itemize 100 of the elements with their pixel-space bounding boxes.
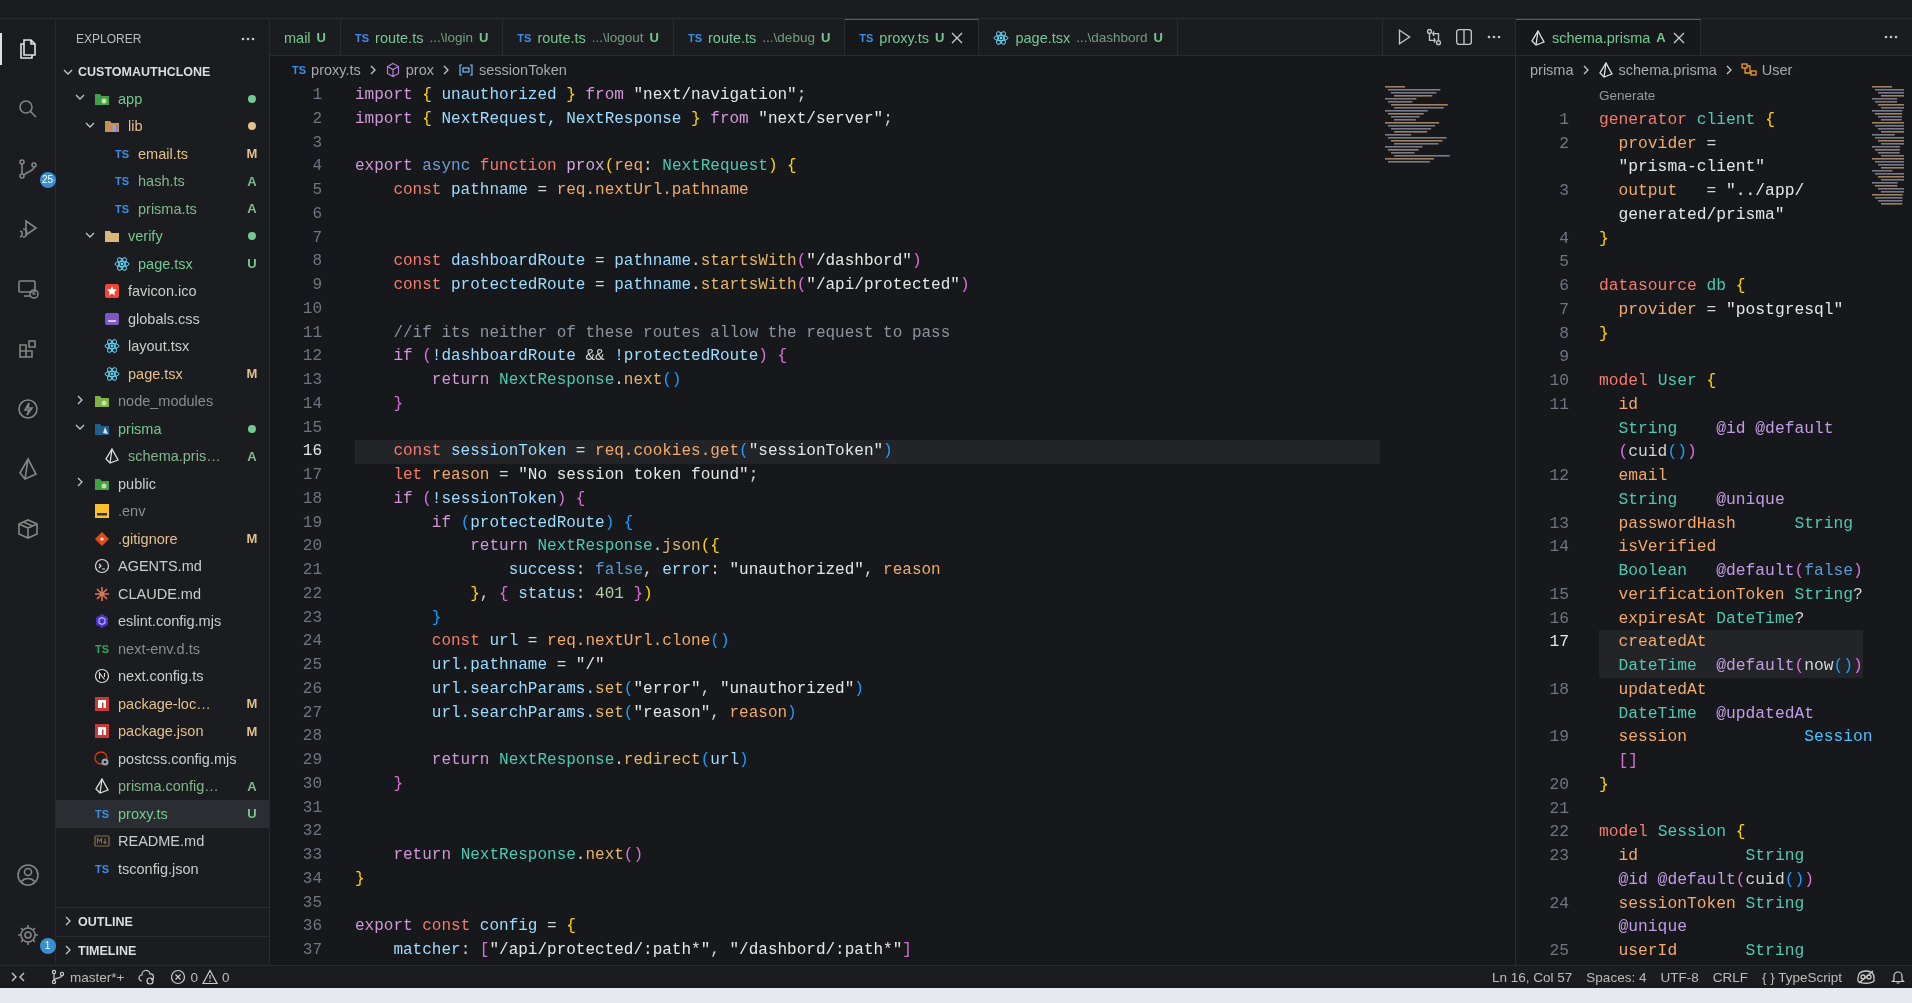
- status-item[interactable]: Ln 16, Col 57: [1492, 969, 1573, 985]
- close-icon[interactable]: [950, 30, 965, 45]
- tree-item[interactable]: package.json M: [56, 717, 269, 745]
- tree-item[interactable]: CLAUDE.md: [56, 580, 269, 608]
- git-status: A: [246, 448, 258, 464]
- status-item[interactable]: UTF-8: [1660, 969, 1699, 985]
- tree-item[interactable]: TS email.ts M: [56, 140, 269, 168]
- tree-item[interactable]: schema.pris… A: [56, 442, 269, 470]
- editor-tab[interactable]: TS proxy.ts U: [845, 19, 980, 55]
- tree-item[interactable]: TS prisma.ts A: [56, 195, 269, 223]
- line-number: 19: [301, 512, 322, 534]
- tree-item[interactable]: page.tsx M: [56, 360, 269, 388]
- triangle-icon: [94, 778, 110, 795]
- git-status: M: [245, 146, 259, 162]
- code-line: import { unauthorized } from "next/navigation";: [355, 86, 807, 104]
- tree-item[interactable]: AGENTS.md: [56, 552, 269, 580]
- git-status: M: [245, 696, 259, 712]
- code-line: @id @default(cuid()): [1617, 869, 1814, 889]
- code-line: let reason = "No session token found";: [392, 466, 759, 484]
- file-name: layout.tsx: [128, 338, 190, 355]
- tree-item[interactable]: README.md: [56, 827, 269, 855]
- account-icon[interactable]: [15, 863, 40, 887]
- folder-title[interactable]: CUSTOMAUTHCLONE: [78, 65, 211, 79]
- tree-item[interactable]: globals.css: [56, 305, 269, 333]
- remote-explorer-icon[interactable]: [15, 277, 40, 301]
- box-icon[interactable]: [15, 517, 40, 541]
- tree-item[interactable]: eslint.config.mjs: [56, 607, 269, 635]
- triangle-icon: [1530, 29, 1546, 46]
- tree-item[interactable]: node_modules: [56, 387, 269, 415]
- tree-item[interactable]: app: [56, 85, 269, 113]
- breadcrumb[interactable]: schema.prisma: [1618, 62, 1717, 78]
- editor-tab[interactable]: schema.prisma A: [1516, 19, 1701, 55]
- line-number: 7: [311, 227, 322, 249]
- file-name: hash.ts: [138, 173, 185, 190]
- tree-item[interactable]: lib: [56, 112, 269, 140]
- code-line: datasource db {: [1599, 276, 1746, 295]
- code-line: userId String: [1617, 941, 1805, 960]
- status-item[interactable]: CRLF: [1712, 969, 1748, 985]
- tree-item[interactable]: public: [56, 470, 269, 498]
- cloud-sync-icon[interactable]: [138, 969, 157, 985]
- file-name: README.md: [118, 833, 205, 850]
- error-icon: [170, 969, 187, 985]
- warning-count[interactable]: 0: [221, 969, 230, 985]
- breadcrumb[interactable]: prox: [405, 62, 434, 78]
- tab-path: ...\login: [429, 30, 473, 45]
- language-mode[interactable]: { } TypeScript: [1761, 969, 1842, 985]
- tree-item[interactable]: next.config.ts: [56, 662, 269, 690]
- line-number: 12: [1549, 466, 1569, 485]
- code-line: createdAt: [1617, 632, 1707, 652]
- breadcrumb[interactable]: User: [1761, 62, 1793, 78]
- line-number: 23: [1549, 846, 1569, 865]
- tab-title: mail: [284, 29, 311, 46]
- tree-item[interactable]: favicon.ico: [56, 277, 269, 305]
- git-status: U: [649, 30, 659, 45]
- breadcrumb[interactable]: proxy.ts: [311, 62, 361, 78]
- tree-item[interactable]: TS hash.ts A: [56, 167, 269, 195]
- bell-icon[interactable]: [1890, 969, 1906, 985]
- branch-icon: [50, 969, 66, 985]
- line-number: 8: [1559, 323, 1569, 343]
- tree-item[interactable]: .env: [56, 497, 269, 525]
- copilot-icon[interactable]: [1856, 969, 1876, 985]
- line-number: 23: [301, 607, 322, 629]
- breadcrumb[interactable]: prisma: [1530, 62, 1574, 78]
- file-type-label: TS: [114, 175, 130, 188]
- tree-item[interactable]: verify: [56, 222, 269, 250]
- code-line: matcher: ["/api/protected/:path*", "/dashbord/:path*"]: [392, 941, 912, 959]
- code-lens-link[interactable]: Generate: [1599, 88, 1656, 103]
- error-count[interactable]: 0: [190, 969, 198, 985]
- split-editor-icon[interactable]: [1455, 28, 1473, 46]
- tree-item[interactable]: .gitignore M: [56, 525, 269, 553]
- section-title[interactable]: OUTLINE: [78, 915, 133, 929]
- tree-item[interactable]: TS tsconfig.json: [56, 855, 269, 883]
- tree-item[interactable]: TS next-env.d.ts: [56, 635, 269, 663]
- branch-name[interactable]: master*+: [70, 969, 125, 985]
- settings-icon[interactable]: [15, 923, 40, 947]
- tree-item[interactable]: layout.tsx: [56, 332, 269, 360]
- section-title[interactable]: TIMELINE: [78, 944, 137, 958]
- tree-item[interactable]: page.tsx U: [56, 250, 269, 278]
- code-line: url.pathname = "/": [430, 656, 605, 674]
- code-line: const url = req.nextUrl.clone(): [430, 632, 730, 651]
- status-item[interactable]: Spaces: 4: [1586, 969, 1647, 985]
- file-name: email.ts: [138, 145, 188, 162]
- file-name: tsconfig.json: [118, 860, 199, 877]
- lightning-icon[interactable]: [15, 397, 40, 421]
- breadcrumb[interactable]: sessionToken: [479, 62, 567, 78]
- code-line: provider = "postgresql": [1617, 299, 1844, 319]
- structure-icon: [1740, 62, 1757, 78]
- compare-icon[interactable]: [1425, 28, 1443, 46]
- tree-item[interactable]: postcss.config.mjs: [56, 745, 269, 773]
- tree-item[interactable]: package-loc… M: [56, 690, 269, 718]
- line-number: 32: [301, 821, 322, 843]
- close-icon[interactable]: [1671, 30, 1686, 45]
- tree-item[interactable]: TS proxy.ts U: [56, 800, 269, 828]
- code-line: success: false, error: "unauthorized", reason: [507, 561, 941, 579]
- line-number: 17: [1549, 632, 1569, 652]
- git-status: M: [245, 723, 259, 739]
- file-type-label: TS: [355, 31, 370, 44]
- tree-item[interactable]: prisma.config… A: [56, 772, 269, 800]
- tree-item[interactable]: prisma: [56, 415, 269, 443]
- warning-icon: [201, 969, 218, 985]
